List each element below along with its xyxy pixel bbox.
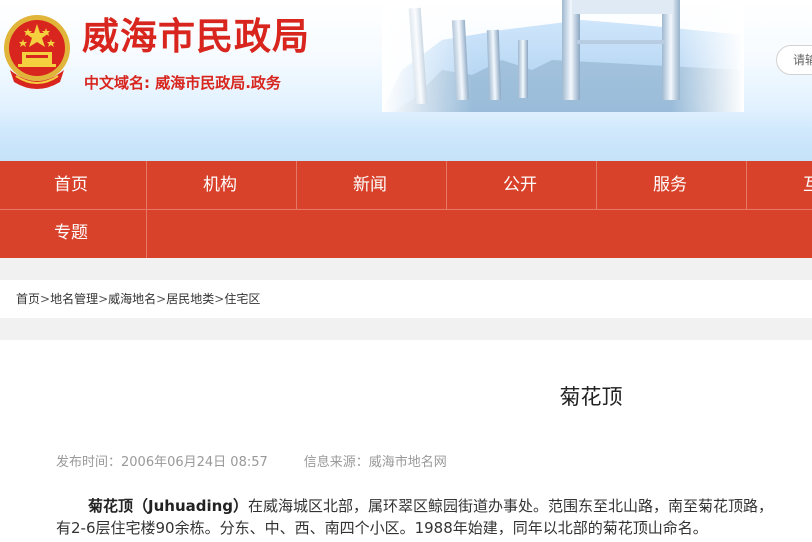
- publish-time: 发布时间：2006年06月24日 08:57: [56, 455, 268, 470]
- search-input[interactable]: 请输: [776, 45, 812, 75]
- breadcrumb-separator: >: [98, 292, 109, 306]
- article-meta: 发布时间：2006年06月24日 08:57 信息来源：威海市地名网: [56, 451, 447, 470]
- breadcrumb: 首页>地名管理>威海地名>居民地类>住宅区: [0, 280, 812, 318]
- breadcrumb-link-housing[interactable]: 住宅区: [224, 292, 260, 306]
- info-source: 信息来源：威海市地名网: [303, 455, 447, 470]
- emblem-icon: [4, 15, 70, 89]
- breadcrumb-link-place-names[interactable]: 地名管理: [50, 292, 98, 306]
- nav-item-interaction[interactable]: 互: [803, 161, 812, 209]
- body-line-2: 有2-6层住宅楼90余栋。分东、中、西、南四个小区。1988年始建，同年以北部的…: [56, 519, 708, 537]
- nav-item-services[interactable]: 服务: [653, 161, 803, 209]
- breadcrumb-link-home[interactable]: 首页: [16, 292, 40, 306]
- lead-term: 菊花顶（Juhuading）: [88, 497, 249, 515]
- nav-divider: [596, 161, 597, 209]
- nav-divider: [446, 161, 447, 209]
- article-body: 菊花顶（Juhuading）在威海城区北部，属环翠区鲸园街道办事处。范围东至北山…: [56, 495, 812, 539]
- body-line-1: 菊花顶（Juhuading）在威海城区北部，属环翠区鲸园街道办事处。范围东至北山…: [88, 497, 774, 515]
- article-title: 菊花顶: [559, 385, 623, 409]
- breadcrumb-separator: >: [156, 292, 167, 306]
- nav-item-organization[interactable]: 机构: [203, 161, 353, 209]
- site-domain: 中文域名: 威海市民政局.政务: [84, 74, 281, 92]
- skyline-illustration: [382, 0, 744, 112]
- nav-item-news[interactable]: 新闻: [353, 161, 503, 209]
- header-haze: [0, 110, 812, 161]
- nav-item-home[interactable]: 首页: [54, 161, 204, 209]
- breadcrumb-separator: >: [40, 292, 51, 306]
- nav-item-public[interactable]: 公开: [503, 161, 653, 209]
- nav-divider: [296, 161, 297, 209]
- breadcrumb-link-residential[interactable]: 居民地类: [166, 292, 214, 306]
- article-panel: 菊花顶 发布时间：2006年06月24日 08:57 信息来源：威海市地名网 菊花…: [0, 340, 812, 542]
- breadcrumb-separator: >: [214, 292, 225, 306]
- breadcrumb-link-weihai-names[interactable]: 威海地名: [108, 292, 156, 306]
- main-nav: 首页 机构 新闻 公开 服务 互 专题: [0, 161, 812, 258]
- nav-divider: [146, 210, 147, 258]
- nav-item-topics[interactable]: 专题: [54, 209, 204, 257]
- nav-divider: [746, 161, 747, 209]
- site-title: 威海市民政局: [82, 15, 310, 58]
- site-header: 威海市民政局 中文域名: 威海市民政局.政务 请: [0, 0, 812, 161]
- nav-divider: [146, 161, 147, 209]
